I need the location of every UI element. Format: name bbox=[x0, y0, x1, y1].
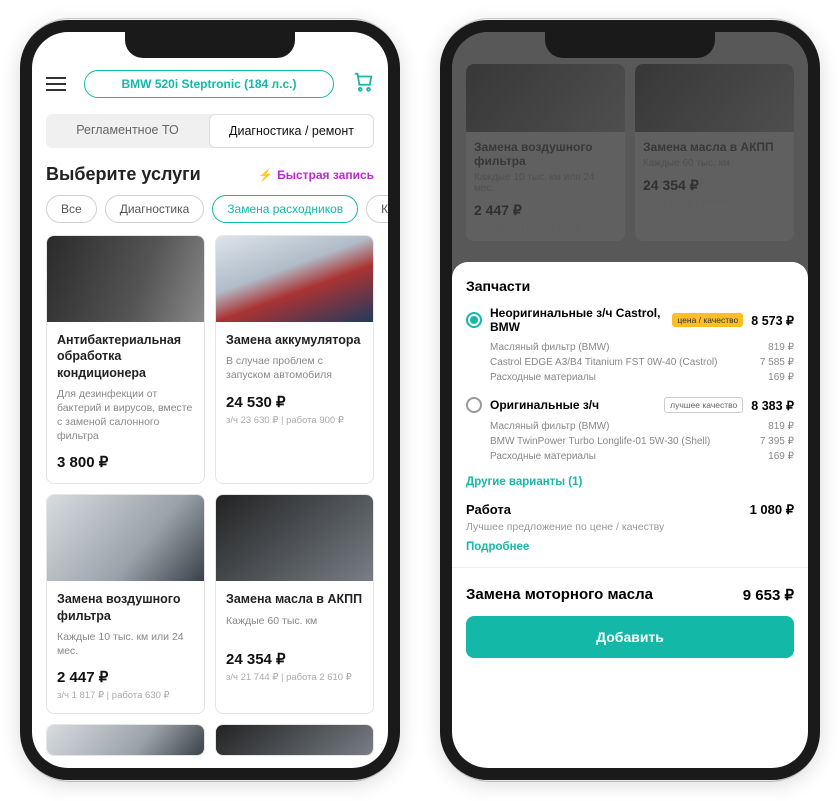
card-title: Замена аккумулятора bbox=[226, 332, 363, 348]
card-title: Антибактериальная обработка кондиционера bbox=[57, 332, 194, 381]
option-items: Масляный фильтр (BMW)819 ₽Castrol EDGE A… bbox=[490, 340, 794, 385]
notch bbox=[125, 32, 295, 58]
work-price: 1 080 ₽ bbox=[750, 502, 794, 518]
work-label: Работа bbox=[466, 502, 511, 517]
option-non-original[interactable]: Неоригинальные з/ч Castrol, BMW цена / к… bbox=[466, 306, 794, 385]
phone-left: BMW 520i Steptronic (184 л.с.) Регламент… bbox=[20, 20, 400, 780]
menu-icon[interactable] bbox=[46, 77, 66, 91]
filter-chips: Все ДиагностикаЗамена расходников Конди bbox=[32, 195, 388, 235]
filter-chip[interactable]: Конди bbox=[366, 195, 388, 223]
service-card[interactable] bbox=[46, 724, 205, 756]
page-title: Выберите услуги bbox=[46, 164, 201, 185]
quick-book-link[interactable]: ⚡Быстрая запись bbox=[258, 168, 374, 182]
more-link[interactable]: Подробнее bbox=[466, 541, 794, 553]
card-price: 24 354 ₽ bbox=[226, 650, 363, 668]
card-desc: Каждые 10 тыс. км или 24 мес. bbox=[57, 630, 194, 658]
other-variants-link[interactable]: Другие варианты (1) bbox=[466, 476, 794, 488]
notch bbox=[545, 32, 715, 58]
card-price: 2 447 ₽ bbox=[57, 668, 194, 686]
lightning-icon: ⚡ bbox=[258, 168, 273, 182]
filter-chip[interactable]: Замена расходников bbox=[212, 195, 358, 223]
card-desc: В случае проблем с запуском автомобиля bbox=[226, 354, 363, 382]
line-item: Масляный фильтр (BMW)819 ₽ bbox=[490, 340, 794, 355]
total-label: Замена моторного масла bbox=[466, 586, 653, 604]
radio-off-icon[interactable] bbox=[466, 397, 482, 413]
service-card[interactable]: Замена воздушного фильтра Каждые 10 тыс.… bbox=[46, 494, 205, 714]
card-thumbnail bbox=[216, 236, 373, 322]
filter-chip[interactable]: Все bbox=[46, 195, 97, 223]
option-original[interactable]: Оригинальные з/ч лучшее качество 8 383 ₽… bbox=[466, 397, 794, 464]
phone-right: Замена воздушного фильтраКаждые 10 тыс. … bbox=[440, 20, 820, 780]
service-card[interactable]: Антибактериальная обработка кондиционера… bbox=[46, 235, 205, 484]
service-card[interactable]: Замена аккумулятора В случае проблем с з… bbox=[215, 235, 374, 484]
card-meta: з/ч 1 817 ₽ | работа 630 ₽ bbox=[57, 690, 194, 701]
divider bbox=[452, 567, 808, 568]
card-meta: з/ч 23 630 ₽ | работа 900 ₽ bbox=[226, 415, 363, 426]
seg-diagnostics[interactable]: Диагностика / ремонт bbox=[209, 114, 374, 148]
cart-icon[interactable] bbox=[352, 71, 374, 98]
sheet-parts-heading: Запчасти bbox=[466, 278, 794, 294]
badge-price-quality: цена / качество bbox=[672, 313, 743, 327]
seg-maintenance[interactable]: Регламентное ТО bbox=[46, 114, 209, 148]
card-thumbnail bbox=[47, 495, 204, 581]
car-selector[interactable]: BMW 520i Steptronic (184 л.с.) bbox=[84, 70, 334, 98]
line-item: Расходные материалы169 ₽ bbox=[490, 370, 794, 385]
card-thumbnail bbox=[47, 725, 204, 755]
badge-best-quality: лучшее качество bbox=[664, 397, 743, 413]
work-subtitle: Лучшее предложение по цене / качеству bbox=[466, 521, 794, 533]
line-item: Расходные материалы169 ₽ bbox=[490, 449, 794, 464]
card-price: 24 530 ₽ bbox=[226, 393, 363, 411]
card-price: 3 800 ₽ bbox=[57, 453, 194, 471]
line-item: BMW TwinPower Turbo Longlife-01 5W-30 (S… bbox=[490, 434, 794, 449]
services-grid: Антибактериальная обработка кондиционера… bbox=[32, 235, 388, 756]
card-title: Замена воздушного фильтра bbox=[57, 591, 194, 624]
line-item: Castrol EDGE A3/B4 Titanium FST 0W-40 (C… bbox=[490, 355, 794, 370]
filter-chip[interactable]: Диагностика bbox=[105, 195, 205, 223]
service-card[interactable]: Замена масла в АКПП Каждые 60 тыс. км 24… bbox=[215, 494, 374, 714]
option-items: Масляный фильтр (BMW)819 ₽BMW TwinPower … bbox=[490, 419, 794, 464]
card-title: Замена масла в АКПП bbox=[226, 591, 363, 607]
card-desc: Каждые 60 тыс. км bbox=[226, 614, 363, 640]
option-name: Оригинальные з/ч bbox=[490, 398, 656, 412]
add-button[interactable]: Добавить bbox=[466, 616, 794, 658]
card-meta: з/ч 21 744 ₽ | работа 2 610 ₽ bbox=[226, 672, 363, 683]
card-thumbnail bbox=[47, 236, 204, 322]
card-thumbnail bbox=[216, 495, 373, 581]
line-item: Масляный фильтр (BMW)819 ₽ bbox=[490, 419, 794, 434]
card-thumbnail bbox=[216, 725, 373, 755]
radio-on-icon[interactable] bbox=[466, 312, 482, 328]
total-price: 9 653 ₽ bbox=[743, 586, 794, 604]
option-price: 8 383 ₽ bbox=[751, 398, 794, 413]
bottom-sheet: Запчасти Неоригинальные з/ч Castrol, BMW… bbox=[452, 262, 808, 768]
option-name: Неоригинальные з/ч Castrol, BMW bbox=[490, 306, 664, 334]
segment-control: Регламентное ТО Диагностика / ремонт bbox=[46, 114, 374, 148]
card-desc: Для дезинфекции от бактерий и вирусов, в… bbox=[57, 387, 194, 444]
service-card[interactable] bbox=[215, 724, 374, 756]
option-price: 8 573 ₽ bbox=[751, 313, 794, 328]
